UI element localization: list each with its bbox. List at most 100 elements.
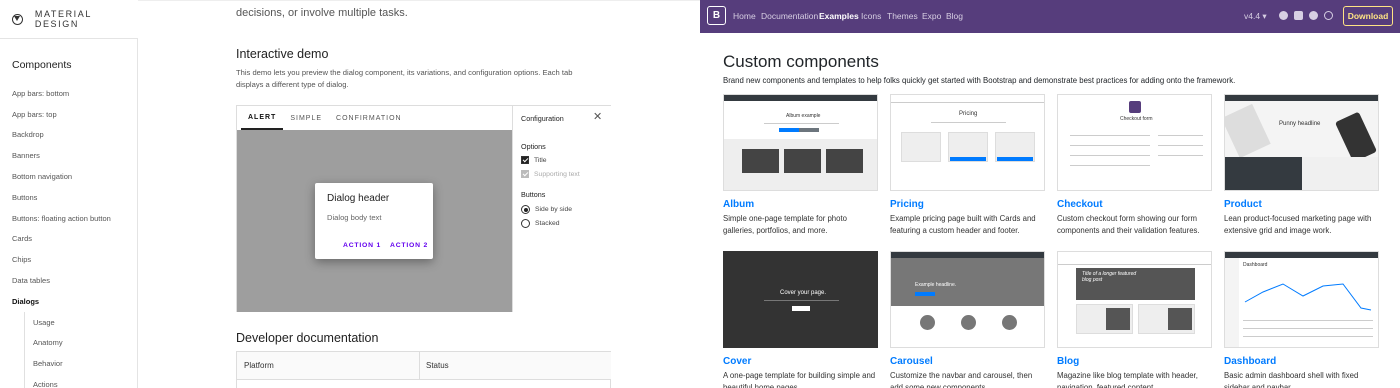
sidebar-item-buttons[interactable]: Buttons xyxy=(0,187,138,208)
radio-unselected-icon[interactable] xyxy=(521,219,530,228)
checkout-thumb-text: Checkout form xyxy=(1120,116,1153,122)
card-product[interactable]: Punny headline Product Lean product-focu… xyxy=(1224,94,1379,237)
sidebar-item-bottom-navigation[interactable]: Bottom navigation xyxy=(0,166,138,187)
demo-panel: ALERT SIMPLE CONFIRMATION Dialog header … xyxy=(236,105,611,312)
card-cover[interactable]: Cover your page. Cover A one-page templa… xyxy=(723,251,878,388)
platform-table: Platform Status xyxy=(236,351,611,388)
bootstrap-logo[interactable]: B xyxy=(707,6,726,25)
card-carousel-desc: Customize the navbar and carousel, then … xyxy=(890,371,1033,388)
close-icon[interactable]: ✕ xyxy=(593,110,602,123)
checkbox-checked-icon[interactable] xyxy=(521,156,529,164)
nav-examples[interactable]: Examples xyxy=(819,11,859,21)
bootstrap-examples-pane: B Home Documentation Examples Icons Them… xyxy=(700,0,1400,388)
blog-thumb-text: Title of a longer featured blog post xyxy=(1082,271,1137,283)
product-thumbnail[interactable]: Punny headline xyxy=(1224,94,1379,191)
radio-side-by-side[interactable]: Side by side xyxy=(521,205,572,214)
checkout-thumbnail[interactable]: Checkout form xyxy=(1057,94,1212,191)
dialog-header: Dialog header xyxy=(327,193,390,204)
options-label: Options xyxy=(521,142,546,151)
sidebar-item-chips[interactable]: Chips xyxy=(0,249,138,270)
sidebar-subitem-behavior[interactable]: Behavior xyxy=(24,353,138,375)
sidebar-item-app-bars-bottom[interactable]: App bars: bottom xyxy=(0,83,138,104)
card-pricing-title[interactable]: Pricing xyxy=(890,199,1045,210)
slack-icon[interactable] xyxy=(1309,11,1318,20)
configuration-title: Configuration xyxy=(521,114,564,123)
nav-expo[interactable]: Expo xyxy=(922,11,941,21)
card-product-title[interactable]: Product xyxy=(1224,199,1379,210)
card-blog-title[interactable]: Blog xyxy=(1057,356,1212,367)
card-carousel-title[interactable]: Carousel xyxy=(890,356,1045,367)
card-blog[interactable]: Title of a longer featured blog post Blo… xyxy=(1057,251,1212,388)
card-cover-title[interactable]: Cover xyxy=(723,356,878,367)
card-checkout[interactable]: Checkout form Checkout Custom checkout f… xyxy=(1057,94,1212,237)
sidebar-item-app-bars-top[interactable]: App bars: top xyxy=(0,104,138,125)
card-cover-desc: A one-page template for building simple … xyxy=(723,371,876,388)
bootstrap-navbar: B Home Documentation Examples Icons Them… xyxy=(700,0,1400,33)
nav-themes[interactable]: Themes xyxy=(887,11,918,21)
main-content: decisions, or involve multiple tasks. In… xyxy=(138,0,700,388)
carousel-thumbnail[interactable]: Example headline. xyxy=(890,251,1045,348)
developer-docs-heading: Developer documentation xyxy=(236,331,379,345)
card-pricing[interactable]: Pricing Pricing Example pricing page bui… xyxy=(890,94,1045,237)
card-blog-desc: Magazine like blog template with header,… xyxy=(1057,371,1198,388)
card-album[interactable]: Album example Album Simple one-page temp… xyxy=(723,94,878,237)
dashboard-thumbnail[interactable]: Dashboard xyxy=(1224,251,1379,348)
demo-stage: Dialog header Dialog body text ACTION 1 … xyxy=(237,130,512,312)
dialog-action-2-button[interactable]: ACTION 2 xyxy=(390,242,428,249)
version-dropdown[interactable]: v4.4 ▾ xyxy=(1244,11,1267,22)
card-dashboard-desc: Basic admin dashboard shell with fixed s… xyxy=(1224,371,1359,388)
sidebar-item-backdrop[interactable]: Backdrop xyxy=(0,125,138,146)
sidebar-item-data-tables[interactable]: Data tables xyxy=(0,270,138,291)
album-thumb-text: Album example xyxy=(786,113,821,119)
nav-icons[interactable]: Icons xyxy=(861,11,881,21)
option-title-checkbox[interactable]: Title xyxy=(521,156,547,164)
dashboard-chart-thumb xyxy=(1244,283,1372,311)
radio-stacked[interactable]: Stacked xyxy=(521,219,560,228)
pricing-thumbnail[interactable]: Pricing xyxy=(890,94,1045,191)
card-dashboard-title[interactable]: Dashboard xyxy=(1224,356,1379,367)
sidebar-item-fab[interactable]: Buttons: floating action button xyxy=(0,208,138,229)
tab-alert[interactable]: ALERT xyxy=(241,106,284,130)
sidebar-item-cards[interactable]: Cards xyxy=(0,229,138,250)
table-header-status: Status xyxy=(420,352,611,380)
cover-thumbnail[interactable]: Cover your page. xyxy=(723,251,878,348)
nav-blog[interactable]: Blog xyxy=(946,11,963,21)
table-header-platform: Platform xyxy=(237,352,420,380)
sidebar-nav: App bars: bottom App bars: top Backdrop … xyxy=(0,83,138,388)
sidebar-item-dialogs[interactable]: Dialogs xyxy=(0,291,138,312)
sidebar-subitem-actions[interactable]: Actions xyxy=(24,374,138,388)
sidebar-subitem-usage[interactable]: Usage xyxy=(24,311,138,333)
cover-thumb-text: Cover your page. xyxy=(780,290,827,296)
nav-documentation[interactable]: Documentation xyxy=(761,11,818,21)
github-icon[interactable] xyxy=(1279,11,1288,20)
twitter-icon[interactable] xyxy=(1294,11,1303,20)
card-album-title[interactable]: Album xyxy=(723,199,878,210)
page-lead: Brand new components and templates to he… xyxy=(723,76,1236,85)
blog-thumbnail[interactable]: Title of a longer featured blog post xyxy=(1057,251,1212,348)
tab-confirmation[interactable]: CONFIRMATION xyxy=(329,106,409,130)
card-checkout-desc: Custom checkout form showing our form co… xyxy=(1057,214,1200,235)
material-brand[interactable]: MATERIAL DESIGN xyxy=(35,9,138,29)
interactive-demo-description: This demo lets you preview the dialog co… xyxy=(236,68,573,89)
checkbox-disabled-icon xyxy=(521,170,529,178)
page-title: Custom components xyxy=(723,52,879,71)
opencollective-icon[interactable] xyxy=(1324,11,1333,20)
interactive-demo-heading: Interactive demo xyxy=(236,47,329,61)
material-logo-icon[interactable] xyxy=(12,13,23,25)
radio-stacked-label: Stacked xyxy=(535,220,560,227)
dialog-preview: Dialog header Dialog body text ACTION 1 … xyxy=(315,183,433,259)
card-checkout-title[interactable]: Checkout xyxy=(1057,199,1212,210)
material-docs-pane: MATERIAL DESIGN Components App bars: bot… xyxy=(0,0,700,388)
sidebar-item-banners[interactable]: Banners xyxy=(0,145,138,166)
product-thumb-text: Punny headline xyxy=(1279,121,1321,127)
sidebar-heading[interactable]: Components xyxy=(12,59,72,71)
card-dashboard[interactable]: Dashboard Dashboard Basic admin dashboar… xyxy=(1224,251,1379,388)
radio-selected-icon[interactable] xyxy=(521,205,530,214)
sidebar-subitem-anatomy[interactable]: Anatomy xyxy=(24,332,138,354)
download-button[interactable]: Download xyxy=(1343,6,1393,26)
dialog-action-1-button[interactable]: ACTION 1 xyxy=(343,242,381,249)
nav-home[interactable]: Home xyxy=(733,11,756,21)
tab-simple[interactable]: SIMPLE xyxy=(283,106,329,130)
card-carousel[interactable]: Example headline. Carousel Customize the… xyxy=(890,251,1045,388)
album-thumbnail[interactable]: Album example xyxy=(723,94,878,191)
